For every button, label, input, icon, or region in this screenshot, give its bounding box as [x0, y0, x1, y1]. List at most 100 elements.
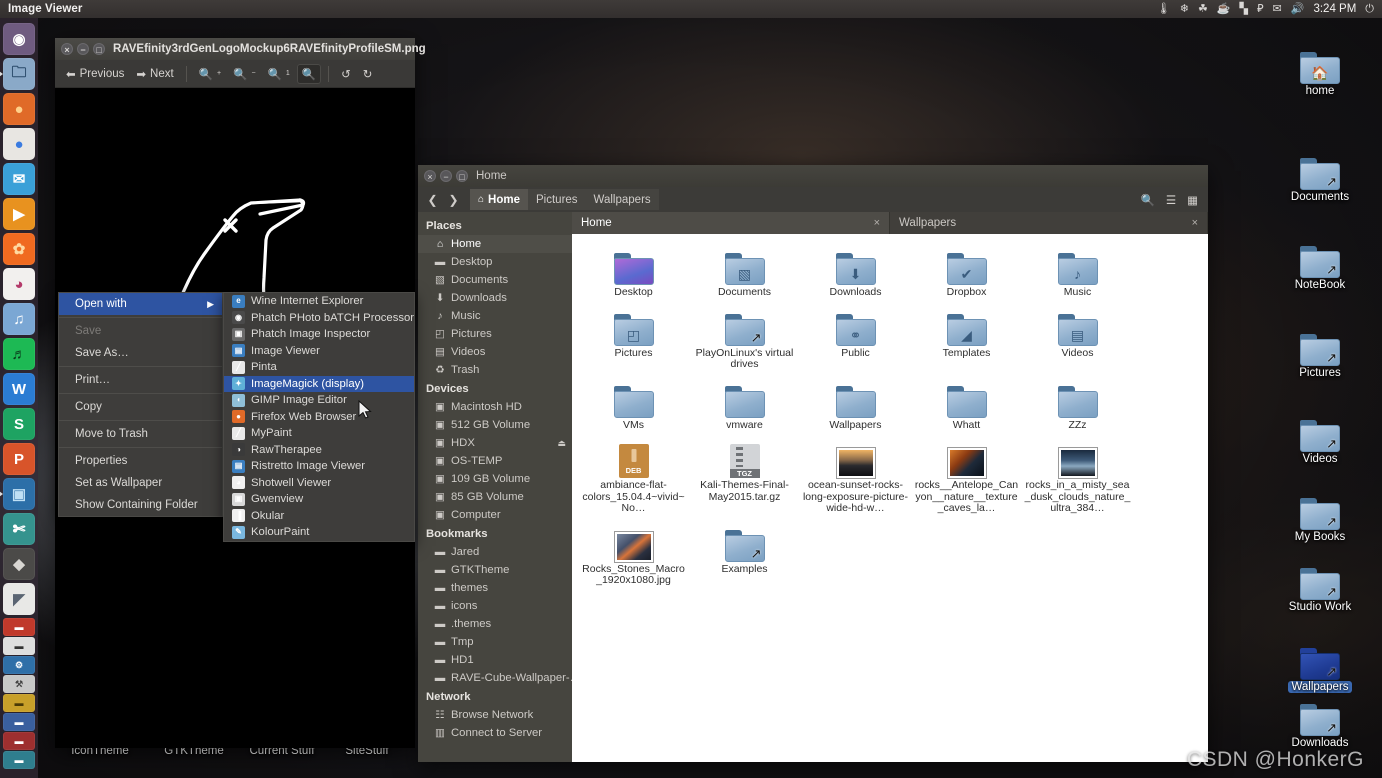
- clock[interactable]: 3:24 PM: [1313, 3, 1356, 15]
- open-with-gwenview[interactable]: ▣Gwenview: [224, 491, 414, 508]
- color-wheel-icon[interactable]: ◕: [3, 268, 35, 300]
- music-icon[interactable]: ♫: [3, 303, 35, 335]
- sidebar-item-macintosh-hd[interactable]: ▣Macintosh HD: [418, 398, 572, 416]
- zoom-fit-icon[interactable]: 🔍: [297, 64, 321, 84]
- bluetooth-icon[interactable]: ⃈: [1257, 4, 1264, 15]
- sidebar-item-computer[interactable]: ▣Computer: [418, 506, 572, 524]
- sidebar-item-connect-to-server[interactable]: ▥Connect to Server: [418, 724, 572, 742]
- file-item[interactable]: ↗PlayOnLinux's virtual drives: [689, 303, 800, 375]
- sidebar-item-browse-network[interactable]: ☷Browse Network: [418, 706, 572, 724]
- desktop-icon-videos[interactable]: ↗Videos: [1278, 420, 1362, 465]
- sidebar-item-trash[interactable]: ♻Trash: [418, 361, 572, 379]
- back-button[interactable]: ❮: [424, 190, 441, 209]
- volume-icon[interactable]: 🔊: [1291, 4, 1305, 15]
- mail-icon[interactable]: ✉: [1273, 4, 1282, 15]
- open-with-phatch-photo-batch-processor[interactable]: ◉Phatch PHoto bATCH Processor: [224, 310, 414, 327]
- files-nautilus-icon[interactable]: 🗀: [3, 58, 35, 90]
- file-grid[interactable]: Desktop▧Documents⬇Downloads✔Dropbox♪Musi…: [572, 234, 1208, 762]
- file-item[interactable]: ✔Dropbox: [911, 242, 1022, 303]
- breadcrumb-home[interactable]: ⌂Home: [470, 189, 528, 210]
- firefox-icon[interactable]: ●: [3, 93, 35, 125]
- file-item[interactable]: rocks__Antelope_Canyon__nature__texture_…: [911, 435, 1022, 519]
- blue-app-icon[interactable]: ▬: [3, 713, 35, 731]
- sidebar-item-home[interactable]: ⌂Home: [418, 235, 572, 253]
- tools-icon[interactable]: ⚒: [3, 675, 35, 693]
- search-icon[interactable]: 🔍: [1140, 193, 1154, 207]
- open-with-wine-internet-explorer[interactable]: eWine Internet Explorer: [224, 293, 414, 310]
- coffee-icon[interactable]: ☕: [1217, 4, 1231, 15]
- thunderbird-icon[interactable]: ✉: [3, 163, 35, 195]
- open-with-imagemagick-display[interactable]: ✦ImageMagick (display): [224, 376, 414, 393]
- sidebar-item-themes[interactable]: ▬.themes: [418, 615, 572, 633]
- desktop-icon-notebook[interactable]: ↗NoteBook: [1278, 246, 1362, 291]
- maximize-icon[interactable]: □: [93, 43, 105, 55]
- spotify-icon[interactable]: ♬: [3, 338, 35, 370]
- gimp-icon[interactable]: ✄: [3, 513, 35, 545]
- menu-item-copy[interactable]: Copy: [59, 396, 222, 418]
- desktop-icon-pictures[interactable]: ↗Pictures: [1278, 334, 1362, 379]
- shotwell-icon[interactable]: ◤: [3, 583, 35, 615]
- file-item[interactable]: ⬇Downloads: [800, 242, 911, 303]
- file-item[interactable]: Wallpapers: [800, 375, 911, 436]
- sidebar-item-85-gb-volume[interactable]: ▣85 GB Volume: [418, 488, 572, 506]
- desktop-icon-home[interactable]: 🏠home: [1278, 52, 1362, 97]
- open-with-mypaint[interactable]: ╱MyPaint: [224, 425, 414, 442]
- file-item[interactable]: rocks_in_a_misty_sea_dusk_clouds_nature_…: [1022, 435, 1133, 519]
- sidebar-item-themes[interactable]: ▬themes: [418, 579, 572, 597]
- chrome-icon[interactable]: ●: [3, 128, 35, 160]
- ubuntu-dash-icon[interactable]: ◉: [3, 23, 35, 55]
- tab-home[interactable]: Home×: [572, 212, 890, 234]
- sidebar-item-music[interactable]: ♪Music: [418, 307, 572, 325]
- open-with-okular[interactable]: ▐Okular: [224, 508, 414, 525]
- sidebar-item-os-temp[interactable]: ▣OS-TEMP: [418, 452, 572, 470]
- minimize-icon[interactable]: −: [77, 43, 89, 55]
- eject-icon[interactable]: ⏏: [557, 438, 566, 449]
- menu-item-show-containing-folder[interactable]: Show Containing Folder: [59, 494, 222, 516]
- close-icon[interactable]: ×: [424, 170, 436, 182]
- sidebar-item-rave-cube-wallpaper[interactable]: ▬RAVE-Cube-Wallpaper-…: [418, 669, 572, 687]
- sidebar-item-desktop[interactable]: ▬Desktop: [418, 253, 572, 271]
- panel-app-title[interactable]: Image Viewer: [8, 3, 83, 15]
- desktop-icon-my-books[interactable]: ↗My Books: [1278, 498, 1362, 543]
- breadcrumb-pictures[interactable]: Pictures: [528, 189, 586, 210]
- close-icon[interactable]: ×: [61, 43, 73, 55]
- file-item[interactable]: TGZKali-Themes-Final-May2015.tar.gz: [689, 435, 800, 519]
- sidebar-item-gtktheme[interactable]: ▬GTKTheme: [418, 561, 572, 579]
- sidebar-item-icons[interactable]: ▬icons: [418, 597, 572, 615]
- file-item[interactable]: Rocks_Stones_Macro_1920x1080.jpg: [578, 519, 689, 591]
- file-item[interactable]: ◢Templates: [911, 303, 1022, 375]
- sidebar-item-109-gb-volume[interactable]: ▣109 GB Volume: [418, 470, 572, 488]
- file-item[interactable]: Desktop: [578, 242, 689, 303]
- dropbox-icon[interactable]: ❄: [1180, 4, 1189, 15]
- open-with-kolourpaint[interactable]: ✎KolourPaint: [224, 524, 414, 541]
- sheets-icon[interactable]: S: [3, 408, 35, 440]
- thermometer-icon[interactable]: 🌡: [1157, 4, 1171, 15]
- media-player-icon[interactable]: ▶: [3, 198, 35, 230]
- tab-wallpapers[interactable]: Wallpapers×: [890, 212, 1208, 234]
- clementine-icon[interactable]: ✿: [3, 233, 35, 265]
- gift-icon[interactable]: ▬: [3, 618, 35, 636]
- file-item[interactable]: ocean-sunset-rocks-long-exposure-picture…: [800, 435, 911, 519]
- rotate-right-icon[interactable]: ↻: [358, 64, 378, 84]
- signal-icon[interactable]: ▚: [1240, 4, 1248, 15]
- sidebar-item-512-gb-volume[interactable]: ▣512 GB Volume: [418, 416, 572, 434]
- menu-item-set-as-wallpaper[interactable]: Set as Wallpaper: [59, 472, 222, 494]
- sidebar-item-jared[interactable]: ▬Jared: [418, 543, 572, 561]
- maximize-icon[interactable]: □: [456, 170, 468, 182]
- sidebar-item-hd1[interactable]: ▬HD1: [418, 651, 572, 669]
- breadcrumb-wallpapers[interactable]: Wallpapers: [586, 189, 659, 210]
- open-with-gimp-image-editor[interactable]: ◖GIMP Image Editor: [224, 392, 414, 409]
- disk-icon[interactable]: ▬: [3, 637, 35, 655]
- teal-app-icon[interactable]: ▬: [3, 751, 35, 769]
- open-with-shotwell-viewer[interactable]: ◕Shotwell Viewer: [224, 475, 414, 492]
- zoom-out-icon[interactable]: 🔍−: [228, 64, 260, 84]
- tea-icon[interactable]: ☘: [1198, 4, 1208, 15]
- inkscape-icon[interactable]: ◆: [3, 548, 35, 580]
- zoom-in-icon[interactable]: 🔍+: [194, 64, 226, 84]
- forward-button[interactable]: ❯: [445, 190, 462, 209]
- open-with-image-viewer[interactable]: ▤Image Viewer: [224, 343, 414, 360]
- sidebar-item-videos[interactable]: ▤Videos: [418, 343, 572, 361]
- previous-button[interactable]: ⬅ Previous: [61, 64, 129, 84]
- grid-view-icon[interactable]: ▦: [1187, 193, 1198, 207]
- desktop-icon-wallpapers[interactable]: ↗Wallpapers: [1278, 648, 1362, 693]
